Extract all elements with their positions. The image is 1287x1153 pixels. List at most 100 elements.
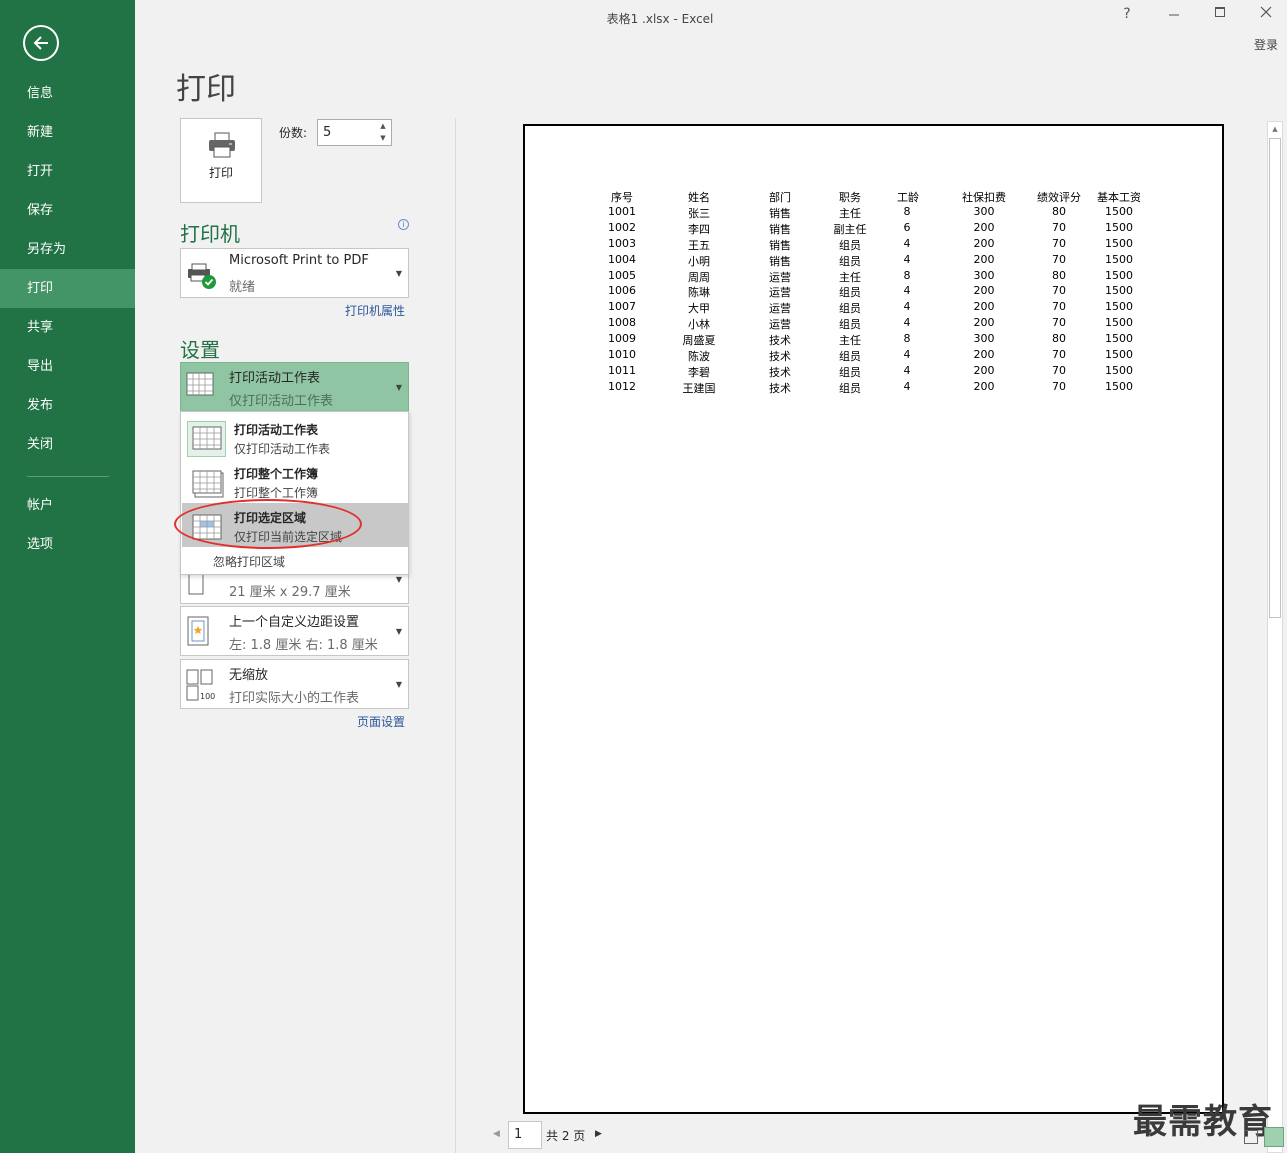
print-scope-sub: 仅打印活动工作表 [229, 394, 334, 409]
preview-cell: 运营 [769, 318, 791, 332]
show-margins-icon[interactable] [1244, 1130, 1258, 1144]
printer-status: 就绪 [229, 280, 256, 295]
workbook-icon [192, 470, 224, 498]
scroll-up-icon[interactable]: ▲ [1268, 122, 1282, 136]
preview-cell: 主任 [839, 334, 861, 348]
ignore-print-area-option[interactable]: 忽略打印区域 [213, 553, 285, 570]
preview-cell: 1500 [1105, 348, 1133, 361]
preview-cell: 1500 [1105, 284, 1133, 298]
copies-label: 份数: [279, 126, 308, 140]
preview-cell: 200 [973, 300, 995, 314]
preview-cell: 200 [973, 348, 995, 361]
worksheet-icon [187, 421, 226, 457]
preview-cell: 组员 [839, 318, 861, 332]
nav-save[interactable]: 保存 [0, 191, 135, 230]
nav-export[interactable]: 导出 [0, 347, 135, 386]
minimize-button[interactable] [1162, 6, 1186, 22]
preview-cell: 技术 [769, 350, 791, 363]
nav-close[interactable]: 关闭 [0, 425, 135, 464]
preview-scrollbar[interactable]: ▲ [1267, 121, 1283, 1153]
printer-heading: 打印机 [180, 222, 240, 246]
annotation-circle [174, 499, 362, 549]
printer-icon [209, 132, 235, 158]
scaling-sub: 打印实际大小的工作表 [229, 691, 360, 706]
preview-cell: 小明 [688, 254, 710, 268]
preview-cell: 1500 [1105, 268, 1133, 282]
preview-cell: 4 [903, 348, 911, 361]
preview-cell: 1002 [608, 220, 636, 234]
preview-cell: 200 [973, 220, 995, 234]
preview-cell: 4 [903, 379, 911, 393]
preview-cell: 70 [1052, 363, 1066, 377]
sidebar-divider [27, 476, 109, 477]
preview-cell: 1500 [1105, 204, 1133, 218]
nav-publish[interactable]: 发布 [0, 386, 135, 425]
preview-header-cell: 社保扣费 [962, 191, 1006, 204]
next-page-icon[interactable]: ▶ [595, 1129, 602, 1139]
maximize-button[interactable] [1208, 6, 1232, 22]
printer-properties-link[interactable]: 打印机属性 [345, 302, 405, 319]
preview-cell: 组员 [839, 238, 861, 252]
nav-print[interactable]: 打印 [0, 269, 135, 308]
preview-cell: 1500 [1105, 363, 1133, 377]
preview-cell: 周周 [688, 270, 710, 284]
prev-page-icon[interactable]: ◀ [493, 1129, 500, 1139]
scroll-thumb[interactable] [1269, 138, 1281, 618]
nav-open[interactable]: 打开 [0, 152, 135, 191]
preview-cell: 主任 [839, 270, 861, 284]
preview-cell: 300 [973, 332, 995, 346]
page-total: 共 2 页 [546, 1129, 586, 1143]
print-scope-menu: 打印活动工作表 仅打印活动工作表 打印整个工作簿 打印整个工作簿 打印选定区域 … [180, 411, 409, 575]
page-setup-link[interactable]: 页面设置 [357, 713, 405, 730]
preview-cell: 李碧 [688, 365, 710, 379]
nav-new[interactable]: 新建 [0, 113, 135, 152]
preview-cell: 1010 [608, 348, 636, 361]
preview-cell: 主任 [839, 206, 861, 220]
nav-share[interactable]: 共享 [0, 308, 135, 347]
page-number-input[interactable]: 1 [508, 1121, 542, 1149]
preview-cell: 组员 [839, 350, 861, 363]
print-button-label: 打印 [208, 166, 233, 180]
preview-cell: 1500 [1105, 379, 1133, 393]
preview-cell: 200 [973, 316, 995, 330]
print-button[interactable]: 打印 [180, 118, 262, 203]
nav-options[interactable]: 选项 [0, 525, 135, 564]
preview-cell: 1012 [608, 379, 636, 393]
menu-option-sub: 仅打印活动工作表 [234, 442, 331, 456]
help-button[interactable]: ? [1115, 6, 1139, 22]
preview-cell: 4 [903, 316, 911, 330]
info-icon[interactable]: i [398, 219, 409, 230]
login-link[interactable]: 登录 [1254, 36, 1278, 53]
preview-cell: 300 [973, 204, 995, 218]
close-button[interactable] [1254, 6, 1278, 22]
preview-cell: 小林 [688, 318, 710, 332]
preview-cell: 1500 [1105, 220, 1133, 234]
preview-cell: 张三 [688, 206, 710, 220]
scaling-dropdown[interactable]: 100 无缩放 打印实际大小的工作表 ▼ [180, 659, 409, 709]
print-scope-dropdown[interactable]: 打印活动工作表 仅打印活动工作表 ▼ [180, 362, 409, 412]
maximize-icon [1215, 7, 1225, 17]
nav-account[interactable]: 帐户 [0, 486, 135, 525]
preview-cell: 8 [903, 204, 911, 218]
chevron-down-icon: ▼ [395, 680, 402, 689]
minimize-icon [1169, 14, 1179, 16]
preview-cell: 1003 [608, 236, 636, 250]
preview-cell: 销售 [769, 222, 791, 236]
printer-dropdown[interactable]: Microsoft Print to PDF 就绪 ▼ [180, 248, 409, 298]
nav-info[interactable]: 信息 [0, 74, 135, 113]
preview-cell: 运营 [769, 286, 791, 300]
zoom-to-page-icon[interactable] [1264, 1127, 1284, 1147]
preview-cell: 1500 [1105, 332, 1133, 346]
menu-option-entire-workbook[interactable]: 打印整个工作簿 打印整个工作簿 [182, 459, 408, 503]
preview-cell: 1001 [608, 204, 636, 218]
preview-cell: 1005 [608, 268, 636, 282]
preview-cell: 200 [973, 252, 995, 266]
preview-cell: 组员 [839, 286, 861, 300]
preview-cell: 王五 [688, 238, 710, 252]
menu-option-active-sheet[interactable]: 打印活动工作表 仅打印活动工作表 [182, 415, 408, 459]
margins-dropdown[interactable]: 上一个自定义边距设置 左: 1.8 厘米 右: 1.8 厘米 ▼ [180, 606, 409, 656]
nav-save-as[interactable]: 另存为 [0, 230, 135, 269]
back-arrow-icon[interactable] [23, 25, 59, 61]
preview-cell: 4 [903, 252, 911, 266]
copies-spinner[interactable]: ▲ ▼ [376, 120, 390, 145]
